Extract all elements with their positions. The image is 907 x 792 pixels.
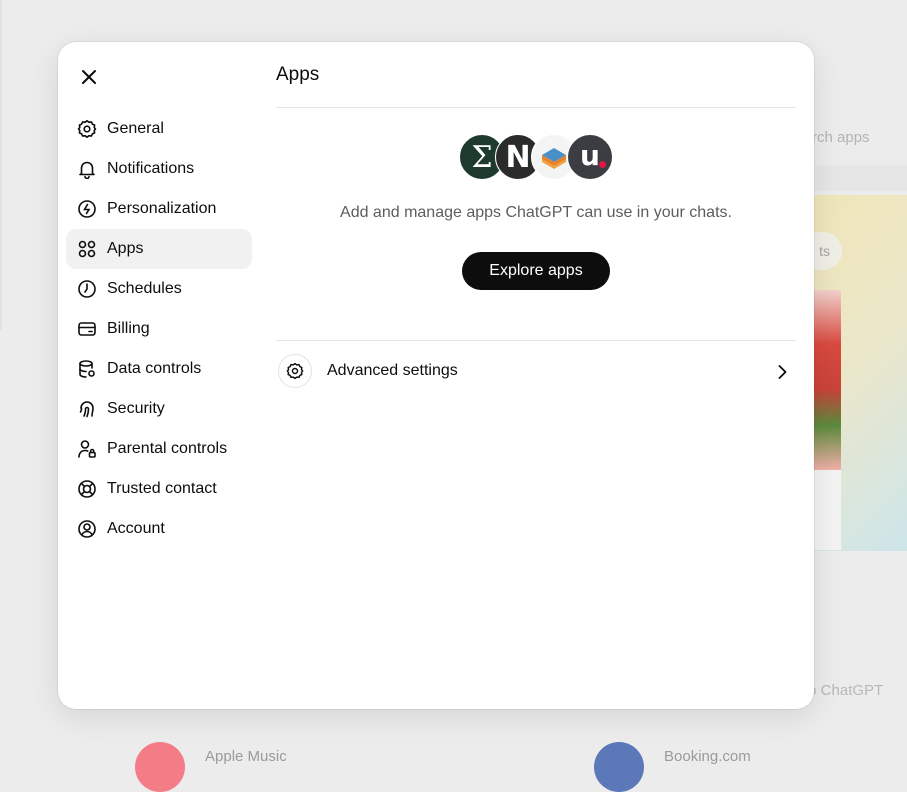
section-divider [276, 340, 796, 341]
background-app-name: Apple Music [205, 748, 287, 765]
nav-label: Notifications [107, 160, 195, 177]
background-poster-image [813, 290, 841, 470]
clock-icon [77, 279, 97, 299]
nav-label: Parental controls [107, 440, 228, 457]
apps-panel: Apps Σ N u Add and manage apps ChatGPT c… [276, 42, 796, 709]
settings-nav: General Notifications Personalization Ap… [66, 109, 252, 549]
lifebuoy-icon [77, 479, 97, 499]
gear-icon [77, 119, 97, 139]
database-icon [77, 359, 97, 379]
nav-item-security[interactable]: Security [66, 389, 252, 429]
nav-item-data-controls[interactable]: Data controls [66, 349, 252, 389]
nav-item-billing[interactable]: Billing [66, 309, 252, 349]
nav-item-schedules[interactable]: Schedules [66, 269, 252, 309]
nav-label: Billing [107, 320, 150, 337]
nav-label: Trusted contact [107, 480, 217, 497]
nav-label: Personalization [107, 200, 217, 217]
nav-label: Account [107, 520, 165, 537]
apps-description: Add and manage apps ChatGPT can use in y… [340, 204, 732, 221]
layers-icon [542, 148, 566, 169]
personalization-icon [77, 199, 97, 219]
nav-label: Schedules [107, 280, 182, 297]
gear-icon [278, 354, 312, 388]
background-poster-caption [813, 470, 841, 550]
background-edge [0, 0, 2, 330]
nav-label: General [107, 120, 164, 137]
app-logos: Σ N u [459, 134, 615, 182]
advanced-settings-row[interactable]: Advanced settings [276, 352, 796, 392]
nav-item-trusted-contact[interactable]: Trusted contact [66, 469, 252, 509]
logo-dot [599, 161, 606, 168]
nav-item-general[interactable]: General [66, 109, 252, 149]
nav-item-personalization[interactable]: Personalization [66, 189, 252, 229]
account-icon [77, 519, 97, 539]
fingerprint-icon [77, 399, 97, 419]
nav-label: Data controls [107, 360, 202, 377]
nav-item-apps[interactable]: Apps [66, 229, 252, 269]
booking-icon [594, 742, 644, 792]
background-app-name: Booking.com [664, 748, 751, 765]
nav-label: Apps [107, 240, 144, 257]
logo-glyph: Σ [471, 139, 493, 175]
nav-item-notifications[interactable]: Notifications [66, 149, 252, 189]
close-icon [82, 70, 96, 84]
nav-label: Security [107, 400, 165, 417]
logo-glyph: N [505, 139, 531, 175]
background-connect-text: to ChatGPT [804, 682, 884, 699]
apple-music-icon [135, 742, 185, 792]
parental-icon [77, 439, 97, 459]
logo-glyph: u [580, 138, 600, 172]
bell-icon [77, 159, 97, 179]
apps-grid-icon [77, 239, 97, 259]
advanced-settings-label: Advanced settings [327, 362, 458, 379]
page-title: Apps [276, 64, 320, 85]
chevron-right-icon [778, 365, 787, 379]
title-divider [276, 107, 796, 108]
nav-item-account[interactable]: Account [66, 509, 252, 549]
explore-apps-button[interactable]: Explore apps [462, 252, 610, 290]
settings-modal: General Notifications Personalization Ap… [58, 42, 814, 709]
background-divider [813, 165, 907, 191]
close-button[interactable] [76, 64, 102, 90]
u-app-logo: u [567, 134, 613, 180]
credit-card-icon [77, 319, 97, 339]
nav-item-parental-controls[interactable]: Parental controls [66, 429, 252, 469]
